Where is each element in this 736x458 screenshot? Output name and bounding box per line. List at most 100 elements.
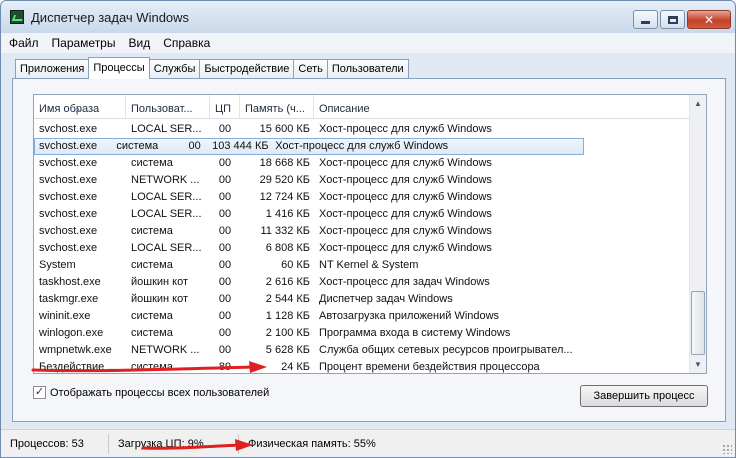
tab-users[interactable]: Пользователи [326, 59, 409, 79]
cell-memory: 12 724 КБ [259, 191, 310, 203]
scroll-up-arrow-icon[interactable]: ▲ [690, 95, 706, 112]
cell-memory: 2 100 КБ [265, 327, 310, 339]
process-row[interactable]: System система 00 60 КБ NT Kernel & System [34, 257, 690, 274]
scrollbar-thumb[interactable] [691, 291, 705, 355]
process-row[interactable]: svchost.exe LOCAL SER... 00 12 724 КБ Хост-п… [34, 189, 690, 206]
show-all-users-checkbox[interactable]: ✓ [33, 386, 46, 399]
status-physical-memory: Физическая память: 55% [248, 437, 376, 450]
cell-user: LOCAL SER... [131, 123, 202, 135]
cell-description: Хост-процесс для служб Windows [319, 123, 492, 135]
column-header-cpu[interactable]: ЦП [210, 95, 240, 119]
cell-memory: 15 600 КБ [259, 123, 310, 135]
process-row[interactable]: wmpnetwk.exe NETWORK ... 00 5 628 КБ Служба … [34, 342, 690, 359]
menu-view[interactable]: Вид [128, 36, 150, 50]
annotation-arrow-idle-process [31, 361, 267, 373]
cell-memory: 1 128 КБ [265, 310, 310, 322]
column-header-memory[interactable]: Память (ч... [240, 95, 314, 119]
close-icon: ✕ [703, 12, 715, 27]
cell-memory: 103 444 КБ [212, 140, 269, 152]
cell-memory: 6 808 КБ [265, 242, 310, 254]
cell-cpu: 00 [218, 123, 232, 135]
cell-image-name: svchost.exe [39, 242, 98, 254]
cell-image-name: svchost.exe [39, 225, 98, 237]
cell-memory: 2 544 КБ [265, 293, 310, 305]
process-row[interactable]: taskhost.exe йошкин кот 00 2 616 КБ Хост-про… [34, 274, 690, 291]
cell-image-name: svchost.exe [39, 140, 98, 152]
cell-memory: 11 332 КБ [260, 225, 310, 237]
status-bar: Процессов: 53 Загрузка ЦП: 9% Физическая… [1, 429, 735, 457]
annotation-arrow-memory [141, 439, 253, 451]
process-row[interactable]: svchost.exe система 00 18 668 КБ Хост-процес… [34, 155, 690, 172]
cell-user: NETWORK ... [131, 344, 200, 356]
column-header-description[interactable]: Описание [314, 95, 690, 119]
cell-memory: 18 668 КБ [259, 157, 310, 169]
cell-image-name: svchost.exe [39, 191, 98, 203]
cell-user: NETWORK ... [131, 174, 200, 186]
cell-user: йошкин кот [131, 293, 189, 305]
cell-image-name: svchost.exe [39, 174, 98, 186]
process-rows: svchost.exe LOCAL SER... 00 15 600 КБ Хост-п… [34, 121, 690, 373]
minimize-button[interactable] [633, 10, 658, 29]
menu-file[interactable]: Файл [9, 36, 39, 50]
cell-description: Хост-процесс для служб Windows [319, 191, 492, 203]
column-header-user[interactable]: Пользоват... [126, 95, 210, 119]
task-manager-window: Диспетчер задач Windows ✕ Файл Параметры… [0, 0, 736, 458]
cell-cpu: 00 [218, 327, 232, 339]
vertical-scrollbar[interactable]: ▲ ▼ [689, 95, 706, 373]
maximize-button[interactable] [660, 10, 685, 29]
cell-user: система [131, 225, 173, 237]
tab-performance[interactable]: Быстродействие [199, 59, 295, 79]
process-row[interactable]: svchost.exe LOCAL SER... 00 6 808 КБ Хост-пр… [34, 240, 690, 257]
process-row[interactable]: svchost.exe система 00 11 332 КБ Хост-процес… [34, 223, 690, 240]
process-row[interactable]: winlogon.exe система 00 2 100 КБ Программа в… [34, 325, 690, 342]
cell-cpu: 00 [218, 157, 232, 169]
cell-memory: 5 628 КБ [265, 344, 310, 356]
cell-description: Процент времени бездействия процессора [319, 361, 540, 373]
cell-user: LOCAL SER... [131, 242, 202, 254]
cell-description: Программа входа в систему Windows [319, 327, 511, 339]
cell-cpu: 00 [218, 344, 232, 356]
menu-help[interactable]: Справка [163, 36, 210, 50]
maximize-icon [667, 15, 678, 24]
cell-cpu: 00 [218, 259, 232, 271]
cell-image-name: svchost.exe [39, 208, 98, 220]
menu-bar: Файл Параметры Вид Справка [1, 33, 735, 53]
column-header-image-name[interactable]: ▲ Имя образа [34, 95, 126, 119]
cell-image-name: winlogon.exe [39, 327, 104, 339]
scroll-down-arrow-icon[interactable]: ▼ [690, 356, 706, 373]
resize-grip-icon[interactable] [722, 444, 732, 454]
cell-image-name: taskhost.exe [39, 276, 101, 288]
status-process-count: Процессов: 53 [1, 433, 109, 454]
tab-strip: Приложения Процессы Службы Быстродействи… [15, 57, 409, 79]
process-row[interactable]: taskmgr.exe йошкин кот 00 2 544 КБ Диспетчер… [34, 291, 690, 308]
process-row[interactable]: svchost.exe NETWORK ... 00 29 520 КБ Хост-пр… [34, 172, 690, 189]
cell-description: Автозагрузка приложений Windows [319, 310, 500, 322]
cell-user: LOCAL SER... [131, 208, 202, 220]
process-list[interactable]: ▲ Имя образа Пользоват... ЦП Память (ч..… [33, 94, 707, 374]
cell-cpu: 00 [218, 293, 232, 305]
cell-description: Хост-процесс для служб Windows [319, 174, 492, 186]
tab-applications[interactable]: Приложения [15, 59, 90, 79]
cell-cpu: 00 [218, 191, 232, 203]
tab-networking[interactable]: Сеть [293, 59, 328, 79]
cell-user: система [116, 140, 159, 152]
title-bar[interactable]: Диспетчер задач Windows ✕ [1, 1, 735, 33]
cell-description: Хост-процесс для служб Windows [275, 140, 449, 152]
cell-description: Хост-процесс для служб Windows [319, 157, 492, 169]
tab-processes[interactable]: Процессы [88, 57, 150, 79]
process-row[interactable]: svchost.exe LOCAL SER... 00 15 600 КБ Хост-п… [34, 121, 690, 138]
close-button[interactable]: ✕ [687, 10, 731, 29]
show-all-users-option[interactable]: ✓ Отображать процессы всех пользователей [33, 386, 269, 399]
menu-options[interactable]: Параметры [52, 36, 116, 50]
cell-description: Диспетчер задач Windows [319, 293, 453, 305]
cell-user: система [131, 327, 173, 339]
cell-description: Хост-процесс для служб Windows [319, 208, 492, 220]
cell-memory: 1 416 КБ [265, 208, 310, 220]
end-process-button[interactable]: Завершить процесс [580, 385, 708, 407]
show-all-users-label[interactable]: Отображать процессы всех пользователей [50, 387, 269, 399]
tab-services[interactable]: Службы [148, 59, 201, 79]
minimize-icon [641, 21, 650, 24]
process-row[interactable]: svchost.exe система 00 103 444 КБ Хост-проце… [34, 138, 584, 155]
process-row[interactable]: svchost.exe LOCAL SER... 00 1 416 КБ Хост-пр… [34, 206, 690, 223]
process-row[interactable]: wininit.exe система 00 1 128 КБ Автозагрузка… [34, 308, 690, 325]
